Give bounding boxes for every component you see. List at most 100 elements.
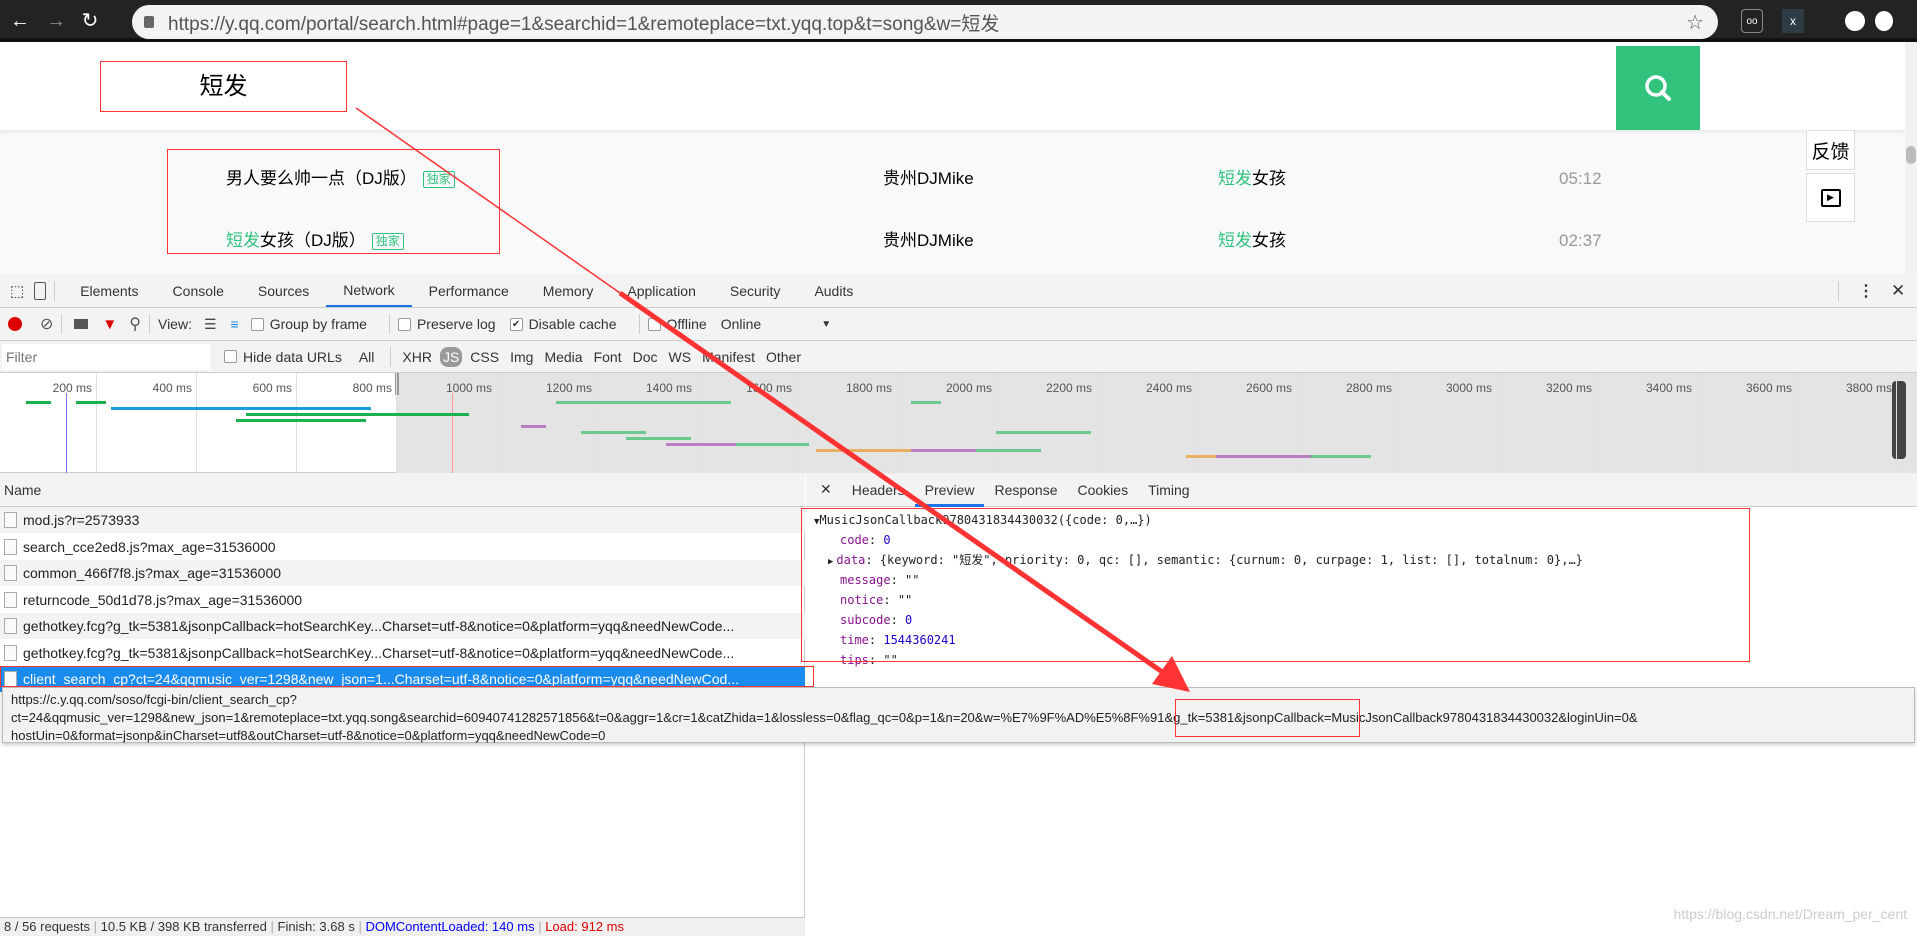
search-input[interactable]: 短发	[100, 61, 347, 112]
colon: :	[890, 573, 906, 587]
property-value: ""	[905, 573, 920, 587]
preview-property[interactable]: message: ""	[806, 570, 1906, 590]
window-right-handle[interactable]	[1892, 381, 1906, 459]
offline-checkbox[interactable]	[647, 317, 661, 331]
filter-type-manifest[interactable]: Manifest	[699, 347, 758, 367]
page-scrollbar[interactable]	[1905, 42, 1917, 274]
detail-tab-preview[interactable]: Preview	[914, 473, 985, 507]
preview-property[interactable]: notice: ""	[806, 590, 1906, 610]
search-icon[interactable]: ⚲	[129, 314, 141, 334]
filter-type-other[interactable]: Other	[763, 347, 804, 367]
bookmark-star-icon[interactable]: ☆	[1686, 10, 1704, 35]
detail-tab-headers[interactable]: Headers	[842, 473, 915, 507]
player-button[interactable]: ▶	[1806, 173, 1855, 222]
expand-triangle-icon[interactable]: ▶	[828, 557, 833, 567]
preview-root[interactable]: ▼MusicJsonCallback9780431834430032({code…	[806, 510, 1906, 530]
tab-security[interactable]: Security	[713, 274, 798, 307]
tab-audits[interactable]: Audits	[797, 274, 870, 307]
song-title[interactable]: 短发女孩（DJ版） 独家	[226, 213, 404, 268]
request-name: common_466f7f8.js?max_age=31536000	[23, 565, 282, 581]
filter-icon[interactable]: ▼	[102, 316, 117, 333]
request-row[interactable]: returncode_50d1d78.js?max_age=31536000	[0, 587, 805, 613]
timeline-bar	[736, 443, 809, 446]
tab-memory[interactable]: Memory	[526, 274, 611, 307]
song-row[interactable]: 男人要么帅一点（DJ版） 独家 贵州DJMike 短发女孩 05:12	[200, 151, 1700, 206]
tab-network[interactable]: Network	[326, 274, 412, 307]
tab-sources[interactable]: Sources	[241, 274, 326, 307]
more-options-icon[interactable]: ⋮	[1858, 281, 1874, 301]
inspect-element-icon[interactable]: ⬚	[10, 282, 24, 300]
preserve-log-checkbox[interactable]	[397, 317, 411, 331]
forward-icon[interactable]: →	[44, 9, 68, 33]
request-row[interactable]: search_cce2ed8.js?max_age=31536000	[0, 534, 805, 560]
filter-type-img[interactable]: Img	[507, 347, 536, 367]
disable-cache-checkbox[interactable]: ✔	[509, 317, 523, 331]
filter-input[interactable]	[2, 343, 210, 370]
artist[interactable]: 贵州DJMike	[883, 151, 974, 206]
name-column-header[interactable]: Name	[0, 473, 805, 507]
extension-x-icon[interactable]: x	[1782, 9, 1804, 33]
detail-tab-timing[interactable]: Timing	[1138, 473, 1200, 507]
search-button[interactable]	[1616, 46, 1700, 130]
preview-property[interactable]: code: 0	[806, 530, 1906, 550]
property-key: code	[840, 533, 869, 547]
reload-icon[interactable]: ↻	[78, 9, 102, 33]
request-row[interactable]: common_466f7f8.js?max_age=31536000	[0, 560, 805, 586]
filter-type-all[interactable]: All	[356, 347, 378, 367]
tooltip-line: https://c.y.qq.com/soso/fcgi-bin/client_…	[11, 692, 297, 707]
tab-performance[interactable]: Performance	[412, 274, 526, 307]
preview-property[interactable]: ▶ data: {keyword: "短发", priority: 0, qc: …	[806, 550, 1906, 570]
device-toolbar-icon[interactable]	[34, 281, 47, 300]
waterfall-icon[interactable]: ≡	[231, 316, 239, 332]
menu-icon[interactable]	[1875, 11, 1893, 31]
request-row[interactable]: gethotkey.fcg?g_tk=5381&jsonpCallback=ho…	[0, 640, 805, 666]
extension-icon[interactable]: oo	[1741, 9, 1763, 33]
filter-type-font[interactable]: Font	[591, 347, 625, 367]
album-text: 女孩	[1252, 169, 1286, 188]
filter-type-js[interactable]: JS	[439, 346, 463, 367]
property-key: subcode	[840, 613, 891, 627]
filter-type-ws[interactable]: WS	[666, 347, 695, 367]
file-icon	[4, 618, 17, 634]
timeline-bar	[556, 401, 731, 404]
close-devtools-icon[interactable]: ✕	[1891, 281, 1905, 301]
album[interactable]: 短发女孩	[1218, 151, 1286, 206]
timeline-tick-label: 2000 ms	[945, 381, 992, 395]
close-detail-icon[interactable]: ✕	[820, 481, 832, 498]
artist[interactable]: 贵州DJMike	[883, 213, 974, 268]
throttling-select[interactable]: Online ▼	[721, 316, 831, 332]
address-bar[interactable]: https://y.qq.com/portal/search.html#page…	[132, 5, 1718, 39]
profile-avatar-icon[interactable]	[1845, 11, 1865, 31]
clear-icon[interactable]: ⊘	[40, 314, 53, 334]
network-overview-timeline[interactable]: 200 ms 400 ms 600 ms 800 ms 1000 ms 1200 ms 14…	[0, 373, 1917, 473]
request-detail-tabs: ✕ Headers Preview Response Cookies Timing	[806, 473, 1917, 507]
feedback-button[interactable]: 反馈	[1806, 130, 1855, 170]
filter-type-css[interactable]: CSS	[467, 347, 502, 367]
tab-console[interactable]: Console	[156, 274, 241, 307]
song-row[interactable]: 短发女孩（DJ版） 独家 贵州DJMike 短发女孩 02:37	[200, 213, 1700, 268]
record-icon[interactable]	[8, 317, 22, 331]
screenshot-camera-icon[interactable]	[74, 319, 89, 329]
detail-tab-cookies[interactable]: Cookies	[1068, 473, 1139, 507]
tab-elements[interactable]: Elements	[63, 274, 155, 307]
album[interactable]: 短发女孩	[1218, 213, 1286, 268]
hide-data-urls-checkbox[interactable]	[224, 350, 237, 363]
filter-type-xhr[interactable]: XHR	[399, 347, 435, 367]
filter-type-doc[interactable]: Doc	[630, 347, 661, 367]
filter-type-media[interactable]: Media	[541, 347, 585, 367]
request-row[interactable]: mod.js?r=2573933	[0, 507, 805, 533]
request-row[interactable]: gethotkey.fcg?g_tk=5381&jsonpCallback=ho…	[0, 613, 805, 639]
back-icon[interactable]: ←	[8, 9, 32, 33]
group-by-frame-checkbox[interactable]	[250, 317, 264, 331]
scrollbar-thumb[interactable]	[1906, 146, 1916, 164]
large-rows-icon[interactable]: ☰	[204, 316, 217, 333]
tab-application[interactable]: Application	[610, 274, 713, 307]
preview-property[interactable]: time: 1544360241	[806, 630, 1906, 650]
preview-property[interactable]: subcode: 0	[806, 610, 1906, 630]
disable-cache-label: Disable cache	[528, 316, 617, 332]
title-highlight: 短发	[226, 231, 260, 250]
preview-property[interactable]: tips: ""	[806, 650, 1906, 670]
song-title[interactable]: 男人要么帅一点（DJ版） 独家	[226, 151, 455, 206]
dropdown-arrow-icon: ▼	[821, 318, 832, 330]
detail-tab-response[interactable]: Response	[984, 473, 1067, 507]
